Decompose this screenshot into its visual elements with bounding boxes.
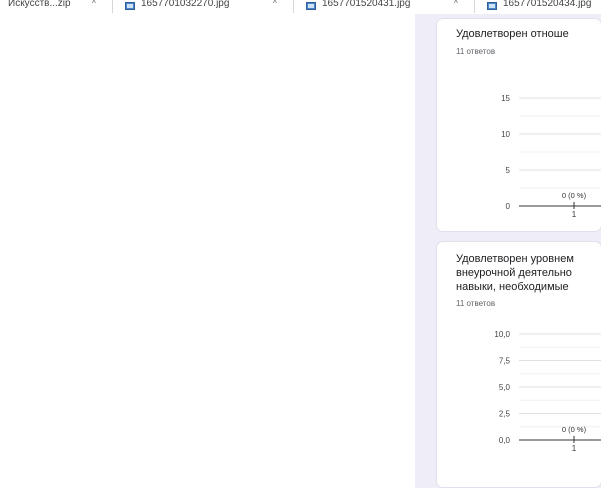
download-filename: 1657701032270.jpg bbox=[141, 0, 230, 8]
y-tick-label: 2,5 bbox=[499, 410, 511, 419]
bar-chart: 0 5 10 15 0 (0 %) 1 bbox=[501, 94, 601, 219]
chevron-up-icon[interactable]: ^ bbox=[273, 0, 277, 8]
download-item[interactable]: Искусств...zip bbox=[8, 0, 71, 14]
y-tick-label: 7,5 bbox=[499, 357, 511, 366]
y-tick-label: 0,0 bbox=[499, 436, 511, 445]
y-tick-label: 10,0 bbox=[494, 330, 510, 339]
x-tick-label: 1 bbox=[572, 210, 577, 219]
y-tick-label: 0 bbox=[506, 202, 511, 211]
downloads-bar: Искусств...zip ^ 1657701032270.jpg ^ 165… bbox=[0, 0, 601, 14]
image-file-icon bbox=[125, 2, 135, 10]
question-card: Удовлетворен отноше 11 ответов 0 5 10 15 0 (… bbox=[437, 19, 601, 231]
divider bbox=[293, 0, 294, 13]
image-file-icon bbox=[306, 2, 316, 10]
download-filename: Искусств...zip bbox=[8, 0, 71, 8]
data-label: 0 (0 %) bbox=[562, 191, 587, 200]
question-card: Удовлетворен уровнем внеурочной деятельн… bbox=[437, 242, 601, 487]
download-filename: 1657701520431.jpg bbox=[322, 0, 411, 8]
x-tick-label: 1 bbox=[572, 444, 577, 453]
y-tick-label: 10 bbox=[501, 130, 510, 139]
divider bbox=[112, 0, 113, 13]
y-tick-label: 5,0 bbox=[499, 383, 511, 392]
download-filename: 1657701520434.jpg bbox=[503, 0, 592, 8]
chevron-up-icon[interactable]: ^ bbox=[92, 0, 96, 8]
bar-chart: 0,0 2,5 5,0 7,5 10,0 0 (0 %) 1 bbox=[494, 330, 601, 453]
y-tick-label: 5 bbox=[506, 166, 511, 175]
y-tick-label: 15 bbox=[501, 94, 510, 103]
divider bbox=[474, 0, 475, 13]
download-item[interactable]: 1657701032270.jpg bbox=[125, 0, 229, 14]
image-file-icon bbox=[487, 2, 497, 10]
download-item[interactable]: 1657701520434.jpg bbox=[487, 0, 591, 14]
download-item[interactable]: 1657701520431.jpg bbox=[306, 0, 410, 14]
chevron-up-icon[interactable]: ^ bbox=[454, 0, 458, 8]
data-label: 0 (0 %) bbox=[562, 425, 587, 434]
